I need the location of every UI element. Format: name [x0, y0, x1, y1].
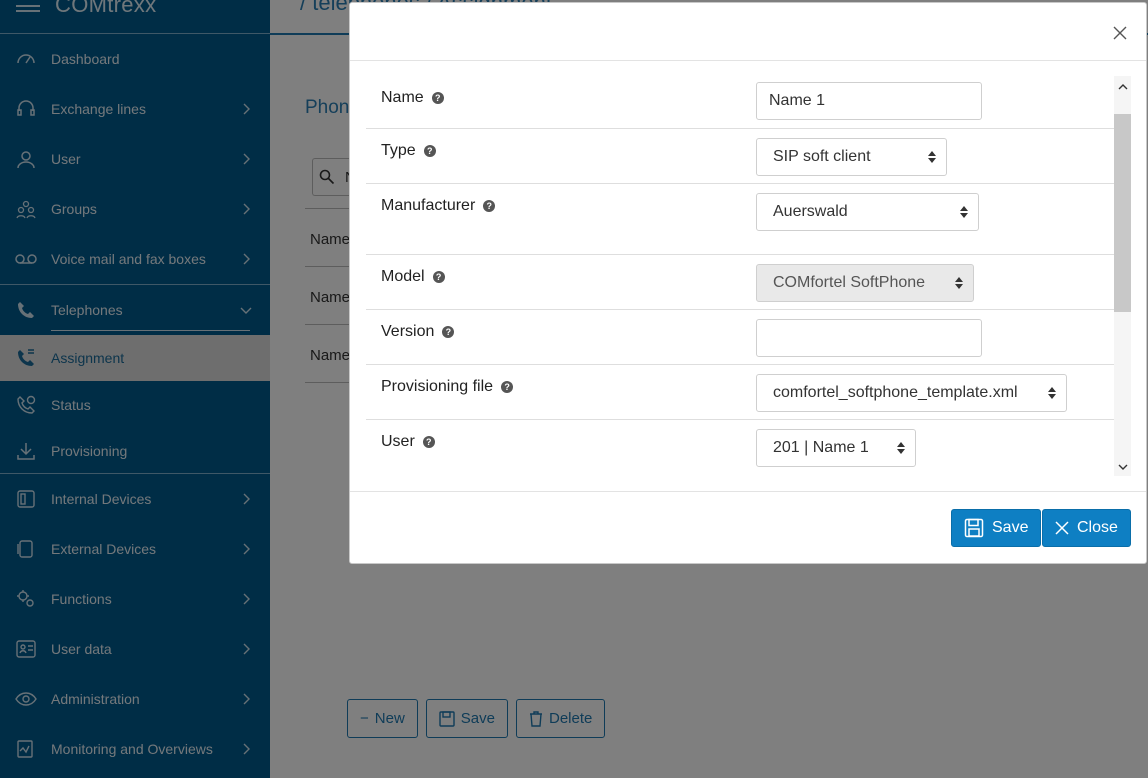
dialog-footer: Save Close: [350, 491, 1146, 563]
provisioning-file-select[interactable]: comfortel_softphone_template.xml: [756, 374, 1067, 412]
name-input-value: Name 1: [769, 92, 826, 109]
scroll-down-icon[interactable]: [1118, 462, 1128, 472]
close-icon: [1055, 521, 1069, 535]
help-icon[interactable]: ?: [431, 92, 444, 104]
field-label: Type: [381, 142, 416, 159]
type-select[interactable]: SIP soft client: [756, 138, 947, 176]
help-icon[interactable]: ?: [501, 381, 514, 393]
close-icon[interactable]: [1112, 25, 1128, 41]
save-button-label: Save: [992, 519, 1029, 536]
form-row-version: Version?: [366, 310, 1116, 365]
model-select-value: COMfortel SoftPhone: [773, 274, 926, 291]
select-arrows-icon: [955, 277, 963, 289]
model-select: COMfortel SoftPhone: [756, 264, 974, 302]
manufacturer-select-value: Auerswald: [773, 203, 848, 220]
name-input[interactable]: Name 1: [756, 82, 982, 120]
field-label: Version: [381, 323, 435, 340]
field-label: Provisioning file: [381, 378, 494, 395]
form-row-provisioning-file: Provisioning file? comfortel_softphone_t…: [366, 365, 1116, 420]
edit-phone-dialog: Name? Name 1 Type? SIP soft client Manuf…: [349, 2, 1147, 564]
field-label: User: [381, 433, 415, 450]
user-select-value: 201 | Name 1: [773, 439, 869, 456]
form-row-type: Type? SIP soft client: [366, 129, 1116, 184]
help-icon[interactable]: ?: [483, 200, 496, 212]
scrollbar[interactable]: [1114, 76, 1131, 476]
dialog-header: [350, 3, 1146, 61]
version-input[interactable]: [756, 319, 982, 357]
form-row-user: User? 201 | Name 1: [366, 420, 1116, 474]
help-icon[interactable]: ?: [423, 145, 436, 157]
form-row-model: Model? COMfortel SoftPhone: [366, 255, 1116, 310]
scroll-up-icon[interactable]: [1118, 82, 1128, 92]
user-select[interactable]: 201 | Name 1: [756, 429, 916, 467]
field-label: Model: [381, 268, 425, 285]
select-arrows-icon: [928, 151, 936, 163]
manufacturer-select[interactable]: Auerswald: [756, 193, 979, 231]
field-label: Name: [381, 89, 424, 106]
form-row-manufacturer: Manufacturer? Auerswald: [366, 184, 1116, 255]
provisioning-file-select-value: comfortel_softphone_template.xml: [773, 384, 1018, 401]
dialog-form: Name? Name 1 Type? SIP soft client Manuf…: [366, 76, 1116, 474]
form-row-name: Name? Name 1: [366, 76, 1116, 129]
close-button[interactable]: Close: [1042, 509, 1131, 547]
close-button-label: Close: [1077, 519, 1118, 536]
save-button[interactable]: Save: [951, 509, 1042, 547]
select-arrows-icon: [960, 206, 968, 218]
select-arrows-icon: [1048, 387, 1056, 399]
help-icon[interactable]: ?: [432, 271, 445, 283]
field-label: Manufacturer: [381, 197, 476, 214]
type-select-value: SIP soft client: [773, 148, 871, 165]
save-icon: [964, 518, 984, 538]
help-icon[interactable]: ?: [442, 326, 455, 338]
help-icon[interactable]: ?: [422, 436, 435, 448]
scrollbar-thumb[interactable]: [1114, 114, 1131, 312]
select-arrows-icon: [897, 442, 905, 454]
